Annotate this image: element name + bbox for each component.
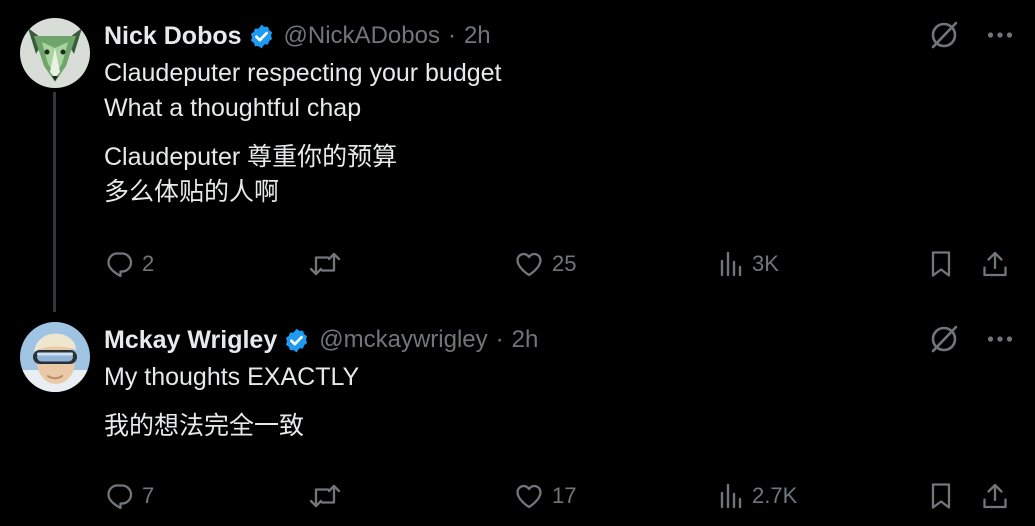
tweet-line: Claudeputer respecting your budget xyxy=(104,59,502,87)
like-button[interactable]: 17 xyxy=(514,478,576,514)
bookmark-button[interactable] xyxy=(926,246,956,282)
retweet-button[interactable] xyxy=(308,478,350,514)
grok-icon[interactable] xyxy=(929,324,959,354)
retweet-icon xyxy=(309,252,341,276)
tweet-line: What a thoughtful chap xyxy=(104,94,362,122)
fox-avatar-image xyxy=(20,18,90,88)
more-icon[interactable] xyxy=(987,335,1013,343)
retweet-button[interactable] xyxy=(308,246,350,282)
share-button[interactable] xyxy=(980,246,1010,282)
tweet-header: Nick Dobos @NickADobos · 2h xyxy=(104,18,491,54)
bookmark-button[interactable] xyxy=(926,478,956,514)
author-handle[interactable]: @mckaywrigley xyxy=(319,326,487,354)
author-name[interactable]: Nick Dobos xyxy=(104,22,242,51)
tweet-top-actions xyxy=(929,324,1013,354)
separator-dot: · xyxy=(495,326,504,353)
action-bar: 2 25 3K xyxy=(104,246,1012,282)
tweet-text: My thoughts EXACTLY 我的想法完全一致 xyxy=(104,360,359,444)
person-avatar-image xyxy=(20,322,90,392)
tweet-header: Mckay Wrigley @mckaywrigley · 2h xyxy=(104,322,538,358)
like-count: 25 xyxy=(552,251,577,276)
views-button[interactable]: 2.7K xyxy=(718,478,797,514)
tweet[interactable]: Mckay Wrigley @mckaywrigley · 2h My thou… xyxy=(0,306,1035,526)
views-count: 2.7K xyxy=(752,483,798,508)
reply-button[interactable]: 2 xyxy=(104,246,154,282)
like-icon xyxy=(516,252,542,277)
tweet-top-actions xyxy=(929,20,1013,50)
timestamp[interactable]: 2h xyxy=(512,326,539,354)
like-button[interactable]: 25 xyxy=(514,246,576,282)
verified-badge-icon[interactable] xyxy=(248,23,275,50)
action-bar: 7 17 2.7K xyxy=(104,478,1012,514)
share-icon xyxy=(983,251,1007,277)
avatar[interactable] xyxy=(20,18,90,88)
thread-line xyxy=(53,92,56,312)
bookmark-icon xyxy=(931,251,951,277)
translation-line: 多么体贴的人啊 xyxy=(104,178,280,206)
author-handle[interactable]: @NickADobos xyxy=(284,22,440,50)
reply-count: 2 xyxy=(142,251,155,276)
reply-count: 7 xyxy=(142,483,155,508)
views-icon xyxy=(720,483,742,509)
more-icon[interactable] xyxy=(987,31,1013,39)
views-button[interactable]: 3K xyxy=(718,246,779,282)
share-icon xyxy=(983,483,1007,509)
reply-icon xyxy=(107,252,133,278)
share-button[interactable] xyxy=(980,478,1010,514)
tweet[interactable]: Nick Dobos @NickADobos · 2h Claudeputer … xyxy=(0,0,1035,312)
tweet-line: My thoughts EXACTLY xyxy=(104,363,360,391)
author-name[interactable]: Mckay Wrigley xyxy=(104,326,277,355)
verified-badge-icon[interactable] xyxy=(283,327,310,354)
grok-icon[interactable] xyxy=(929,20,959,50)
views-count: 3K xyxy=(752,251,779,276)
reply-icon xyxy=(107,484,133,510)
translation-line: Claudeputer 尊重你的预算 xyxy=(104,143,398,171)
separator-dot: · xyxy=(447,22,456,49)
tweet-text: Claudeputer respecting your budget What … xyxy=(104,56,502,210)
like-icon xyxy=(516,484,542,509)
like-count: 17 xyxy=(552,483,577,508)
translation-line: 我的想法完全一致 xyxy=(104,412,305,440)
timestamp[interactable]: 2h xyxy=(464,22,491,50)
views-icon xyxy=(720,251,742,277)
retweet-icon xyxy=(309,484,341,508)
avatar[interactable] xyxy=(20,322,90,392)
reply-button[interactable]: 7 xyxy=(104,478,154,514)
bookmark-icon xyxy=(931,483,951,509)
